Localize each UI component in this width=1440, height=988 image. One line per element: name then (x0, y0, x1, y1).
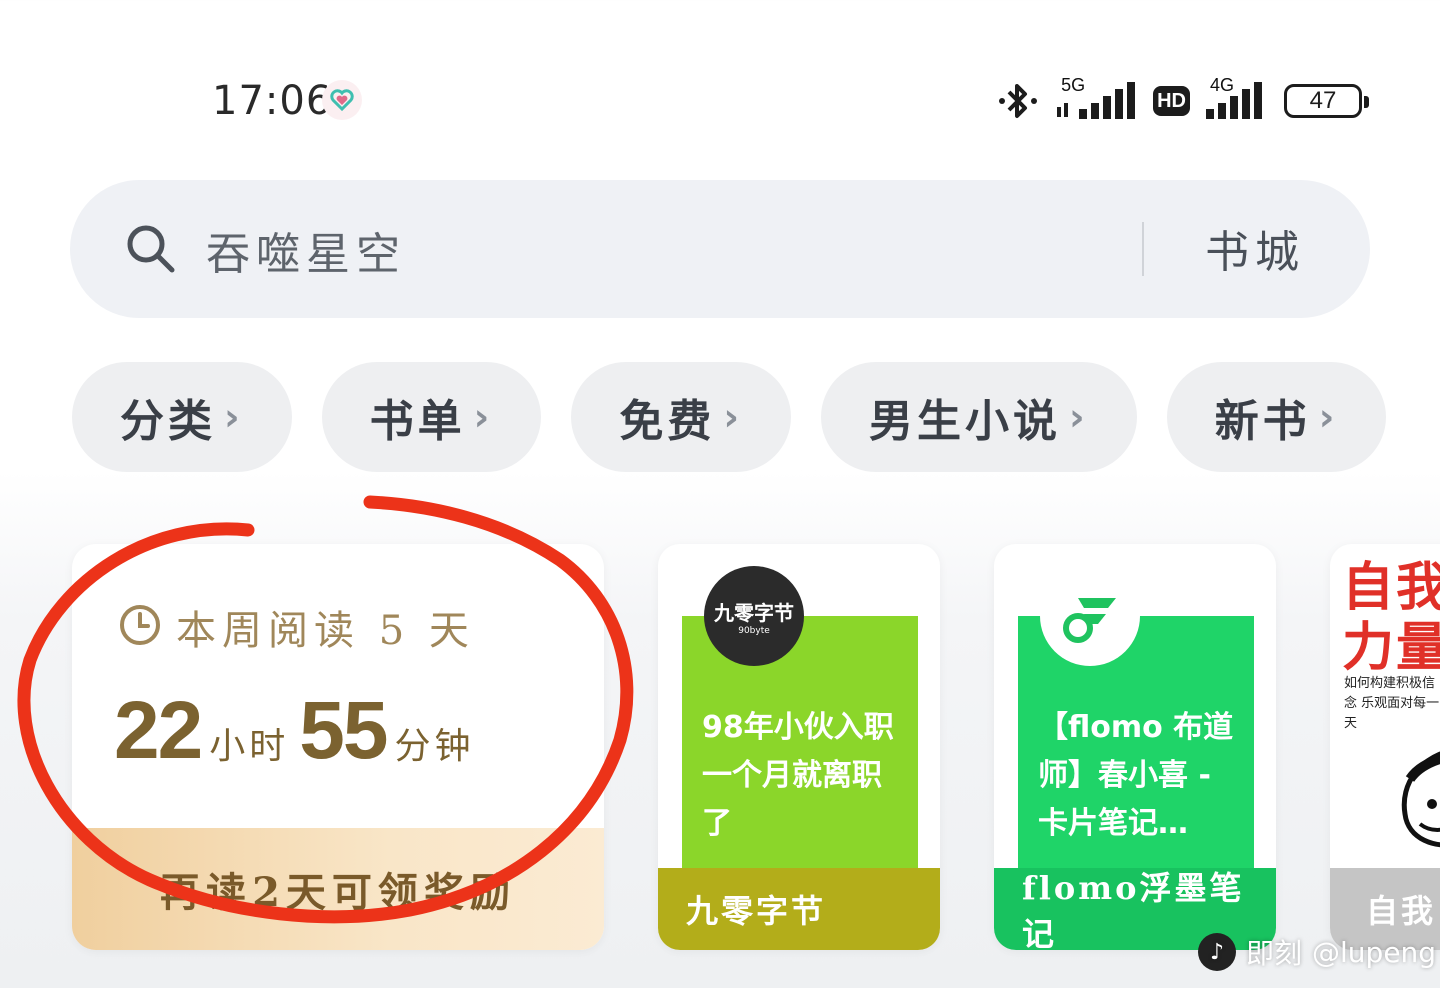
jiuling-logo-icon: 九零字节 90byte (704, 566, 804, 666)
chip-label: 书单 (369, 396, 466, 447)
signal-4g-icon: 4G (1204, 75, 1270, 123)
watermark-brand: 即刻 (1246, 937, 1303, 970)
reading-days-title: 本周阅读 5 天 (176, 608, 475, 654)
cartoon-face-illustration (1401, 751, 1440, 848)
logo-text: 九零字节 (714, 600, 794, 625)
chevron-right-icon: › (224, 395, 244, 439)
status-time: 17:06 (212, 78, 333, 124)
weekly-reading-card[interactable]: 本周阅读 5 天 22 小时 55 分钟 再读2天可领奖励 (72, 544, 604, 950)
chevron-right-icon: › (723, 395, 744, 439)
book-card[interactable]: 98年小伙入职一个月就离职了 九零字节 90byte 九零字节 (658, 544, 940, 950)
signal-4g-label: 4G (1210, 75, 1235, 95)
minutes-unit: 分钟 (394, 726, 475, 767)
jike-logo-icon: ♪ (1198, 933, 1236, 971)
watermark: ♪ 即刻 @lupeng (1198, 932, 1436, 972)
chip-free[interactable]: 免费 › (571, 362, 792, 472)
chip-booklist[interactable]: 书单 › (321, 362, 542, 472)
chip-label: 男生小说 (869, 396, 1062, 447)
book-cover-subtitle: 如何构建积极信念 乐观面对每一天 (1344, 676, 1440, 731)
chip-category[interactable]: 分类 › (72, 362, 292, 472)
chip-new-books[interactable]: 新书 › (1166, 362, 1387, 472)
book-card[interactable]: 自我力量 如何构建积极信念 乐观面对每一天 自我 (1330, 544, 1440, 950)
battery-icon: 47 (1284, 84, 1369, 118)
reading-title-row: 本周阅读 5 天 (118, 598, 475, 656)
hours-unit: 小时 (209, 726, 290, 767)
book-card[interactable]: 【flomo 布道师】春小喜 - 卡片笔记… flomo浮墨笔记 (994, 544, 1276, 950)
book-cover-title: 【flomo 布道师】春小喜 - 卡片笔记… (1038, 710, 1234, 841)
logo-subtext: 90byte (738, 625, 770, 636)
search-divider (1142, 222, 1144, 276)
flomo-logo-icon (1040, 566, 1140, 666)
hd-badge: HD (1153, 86, 1190, 116)
book-cover-title: 98年小伙入职一个月就离职了 (702, 710, 894, 841)
book-cover-title: 自我力量 (1342, 558, 1440, 678)
clock-icon (118, 603, 162, 651)
reading-minutes: 55 (299, 685, 388, 776)
chevron-right-icon: › (473, 395, 494, 439)
book-author: 九零字节 (658, 868, 940, 950)
reward-banner[interactable]: 再读2天可领奖励 (72, 828, 604, 950)
search-input[interactable]: 吞噬星空 (206, 218, 406, 282)
reading-time: 22 小时 55 分钟 (114, 684, 484, 778)
search-icon[interactable] (124, 222, 176, 278)
chip-label: 免费 (619, 396, 716, 447)
watermark-handle: @lupeng (1312, 935, 1437, 969)
signal-5g-label: 5G (1061, 75, 1086, 95)
reading-hours: 22 (114, 685, 203, 776)
chip-label: 分类 (120, 396, 216, 447)
category-chips: 分类 › 书单 › 免费 › 男生小说 › 新书 › (72, 362, 1387, 472)
bookstore-button[interactable]: 书城 (1180, 216, 1330, 280)
status-indicators: 5G HD 4G 47 (995, 74, 1369, 128)
chevron-right-icon: › (1069, 395, 1089, 439)
heart-notification-icon (322, 80, 362, 120)
chip-label: 新书 (1214, 396, 1311, 447)
chevron-right-icon: › (1318, 395, 1339, 439)
chip-male-novels[interactable]: 男生小说 › (821, 362, 1137, 472)
bluetooth-icon (995, 78, 1041, 124)
signal-5g-icon: 5G (1055, 75, 1139, 123)
